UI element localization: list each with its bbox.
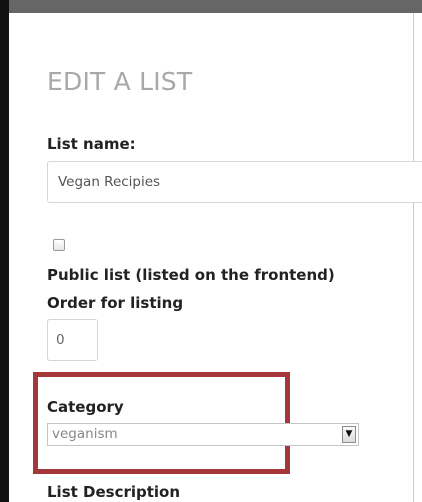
page-title: EDIT A LIST	[47, 67, 193, 96]
window-left-border	[0, 0, 9, 502]
public-list-checkbox[interactable]	[53, 239, 65, 251]
category-select-value: veganism	[52, 426, 118, 442]
order-label: Order for listing	[47, 294, 184, 312]
list-name-input[interactable]: Vegan Recipies	[47, 161, 422, 203]
category-label: Category	[47, 398, 124, 416]
list-name-label: List name:	[47, 135, 136, 153]
window-top-bar	[9, 0, 422, 13]
content-right-edge	[413, 13, 414, 502]
chevron-down-icon[interactable]: ▼	[342, 426, 356, 443]
category-select[interactable]: veganism ▼	[47, 423, 359, 446]
list-description-label: List Description	[47, 483, 181, 501]
edit-list-page: EDIT A LIST List name: Vegan Recipies Pu…	[0, 0, 422, 502]
public-list-label: Public list (listed on the frontend)	[47, 266, 335, 284]
order-input[interactable]: 0	[47, 319, 98, 361]
